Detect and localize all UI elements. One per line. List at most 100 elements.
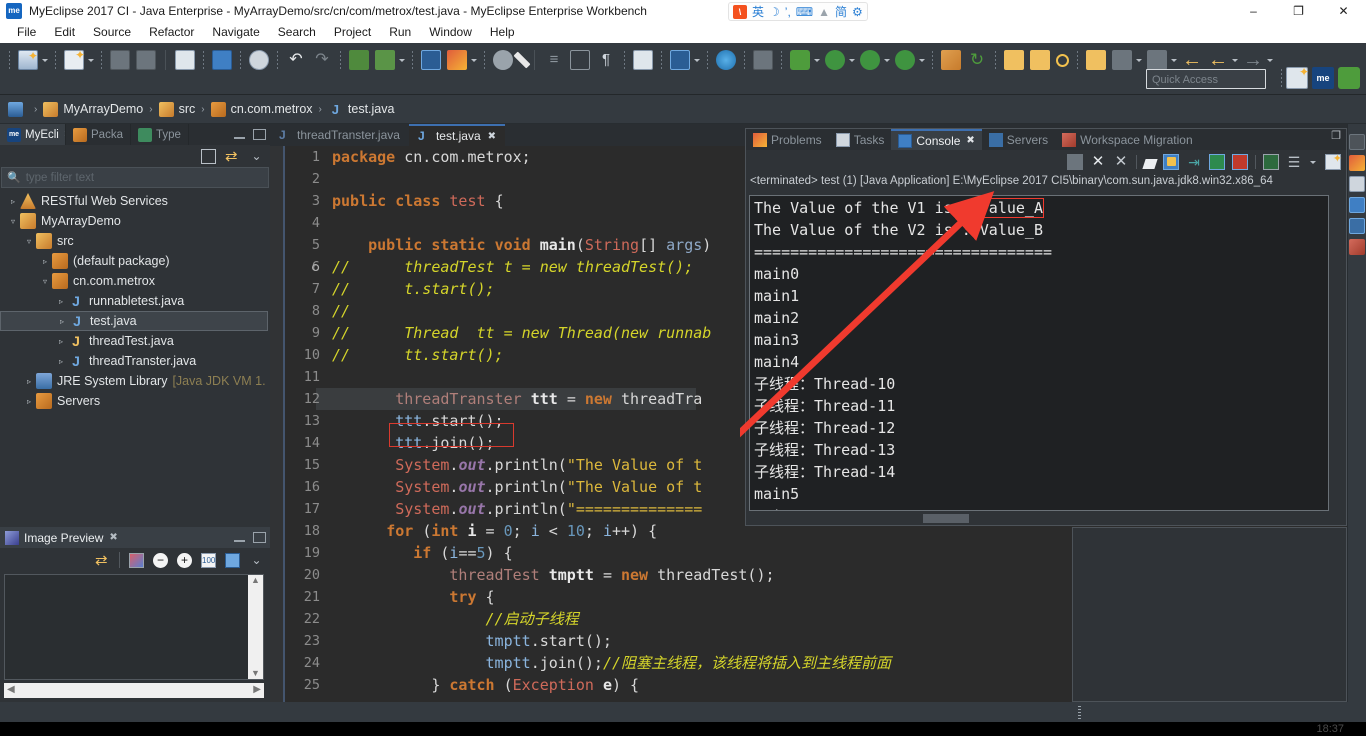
menu-project[interactable]: Project (325, 22, 380, 43)
problems-rail-icon[interactable] (1349, 155, 1365, 171)
close-button[interactable]: ✕ (1321, 0, 1366, 22)
link-with-editor-icon[interactable]: ⇄ (95, 553, 110, 568)
close-icon[interactable]: ✖ (109, 532, 117, 543)
collapse-all-icon[interactable] (201, 148, 216, 164)
back-arrow-2-icon[interactable]: ← (1208, 50, 1228, 70)
show-console-stderr-icon[interactable] (1232, 154, 1248, 170)
debug-last-icon[interactable] (349, 50, 369, 70)
menu-help[interactable]: Help (481, 22, 524, 43)
code-line[interactable]: // t.start(); (332, 278, 495, 300)
collapse-arrow-icon[interactable]: ▿ (38, 277, 52, 286)
collapse-arrow-icon[interactable]: ▿ (22, 237, 36, 246)
breadcrumb-item-file[interactable]: J test.java (328, 102, 395, 117)
console-output[interactable]: The Value of the V1 is : Value_A The Valu… (749, 195, 1329, 511)
run-icon[interactable] (825, 50, 845, 70)
open-console-icon[interactable] (212, 50, 232, 70)
edit-pencil-icon[interactable] (513, 51, 531, 69)
tree-item-default-package[interactable]: ▹ (default package) (0, 251, 270, 271)
tree-item-jre-library[interactable]: ▹ JRE System Library [Java JDK VM 1. (0, 371, 270, 391)
search-db-icon[interactable] (493, 50, 513, 70)
code-line[interactable]: System.out.println("The Value of t (332, 454, 702, 476)
zoom-in-icon[interactable]: + (177, 552, 192, 568)
code-line[interactable]: threadTest tmptt = new threadTest(); (332, 564, 774, 586)
menu-run[interactable]: Run (380, 22, 420, 43)
menu-edit[interactable]: Edit (45, 22, 84, 43)
open-folder-icon[interactable] (1030, 50, 1050, 70)
save-icon[interactable] (110, 50, 130, 70)
ime-keyboard-icon[interactable]: ⌨ (796, 5, 813, 19)
code-line[interactable]: public static void main(String[] args) (332, 234, 711, 256)
tab-myeclipse-explorer[interactable]: me MyEcli ✖ (0, 124, 66, 145)
close-icon[interactable]: ✖ (966, 135, 974, 146)
zoom-100-icon[interactable]: 100 (201, 552, 216, 568)
restore-icon[interactable] (1349, 134, 1365, 150)
show-whitespace-icon[interactable]: ¶ (596, 50, 616, 70)
restore-panel-icon[interactable]: ❐ (1331, 129, 1346, 150)
expand-arrow-icon[interactable]: ▹ (22, 377, 36, 386)
console-hscrollbar[interactable] (749, 512, 1329, 525)
tree-item-threadtranster[interactable]: ▹ J threadTranster.java (0, 351, 270, 371)
console-dropdown-icon[interactable] (1310, 152, 1317, 172)
tree-item-restful[interactable]: ▹ RESTful Web Services (0, 191, 270, 211)
ime-toolbar[interactable]: \ 英 ☽ ’, ⌨ ▲ 简 ⚙ (728, 2, 868, 21)
collapse-arrow-icon[interactable]: ▿ (6, 217, 20, 226)
menu-refactor[interactable]: Refactor (140, 22, 203, 43)
ime-punctuation-icon[interactable]: ’, (785, 5, 791, 19)
ime-logo-icon[interactable]: \ (733, 4, 747, 19)
code-line[interactable]: //启动子线程 (332, 608, 579, 630)
next-annotation-icon[interactable] (1086, 50, 1106, 70)
display-selected-console-icon[interactable]: ☰ (1286, 154, 1302, 170)
run-dropdown-2[interactable] (849, 50, 856, 70)
debug-bug-icon[interactable] (790, 50, 810, 70)
resize-grip[interactable] (1078, 706, 1081, 719)
menu-window[interactable]: Window (420, 22, 481, 43)
menu-source[interactable]: Source (84, 22, 140, 43)
close-icon[interactable]: ✖ (488, 131, 496, 142)
forward-arrow-icon[interactable]: → (1243, 50, 1263, 70)
tree-item-threadtest[interactable]: ▹ J threadTest.java (0, 331, 270, 351)
ime-settings-icon[interactable]: ⚙ (852, 5, 863, 19)
back-dropdown[interactable] (1232, 50, 1239, 70)
myeclipse-perspective-icon[interactable]: me (1312, 67, 1334, 89)
tree-item-runnabletest[interactable]: ▹ J runnabletest.java (0, 291, 270, 311)
toggle-block-icon[interactable] (570, 50, 590, 70)
tree-item-servers[interactable]: ▹ Servers (0, 391, 270, 411)
new-file-dropdown[interactable] (88, 50, 95, 70)
uml-icon[interactable] (670, 50, 690, 70)
print-icon[interactable] (175, 50, 195, 70)
expand-arrow-icon[interactable]: ▹ (54, 357, 68, 366)
code-line[interactable]: // tt.start(); (332, 344, 504, 366)
maximize-panel-icon[interactable] (253, 129, 266, 140)
tree-item-test-java[interactable]: ▹ J test.java (0, 311, 268, 331)
tree-item-myarraydemo[interactable]: ▿ MyArrayDemo (0, 211, 270, 231)
menu-file[interactable]: File (8, 22, 45, 43)
filter-input[interactable]: 🔍 type filter text (1, 167, 269, 188)
open-perspective-icon[interactable]: ✦ (1286, 65, 1309, 89)
new-wizard-icon[interactable]: ✦ (18, 49, 38, 70)
code-line[interactable]: System.out.println("============== (332, 498, 702, 520)
prev-edit-dropdown[interactable] (1136, 50, 1143, 70)
remove-all-terminated-icon[interactable]: ✕ (1113, 154, 1129, 170)
tab-workspace-migration[interactable]: Workspace Migration (1055, 129, 1200, 150)
debug-perspective-icon[interactable] (1338, 67, 1360, 89)
perspective-grid-icon[interactable] (447, 50, 467, 70)
console-hscroll-thumb[interactable] (923, 514, 970, 523)
search-icon[interactable] (1056, 53, 1069, 67)
code-line[interactable]: if (i==5) { (332, 542, 512, 564)
ime-lang-icon[interactable]: 英 (752, 5, 764, 19)
remove-launch-icon[interactable]: ✕ (1090, 154, 1106, 170)
breadcrumb-item-src[interactable]: src (158, 101, 195, 117)
image-icon[interactable] (129, 552, 144, 568)
expand-arrow-icon[interactable]: ▹ (55, 317, 69, 326)
view-menu-icon[interactable]: ⌄ (249, 553, 264, 568)
fit-image-icon[interactable] (225, 552, 240, 568)
minimize-button[interactable]: – (1231, 0, 1276, 22)
undo-icon[interactable]: ↶ (286, 50, 306, 70)
expand-arrow-icon[interactable]: ▹ (6, 197, 20, 206)
fold-marker-icon[interactable] (312, 264, 319, 271)
tab-package-explorer[interactable]: Packa (66, 124, 131, 145)
web-browser-icon[interactable] (716, 50, 736, 70)
toggle-wrap-icon[interactable]: ≡ (544, 50, 564, 70)
editor-tab-threadtranster[interactable]: J threadTranster.java (270, 124, 409, 146)
code-line[interactable]: tmptt.start(); (332, 630, 612, 652)
